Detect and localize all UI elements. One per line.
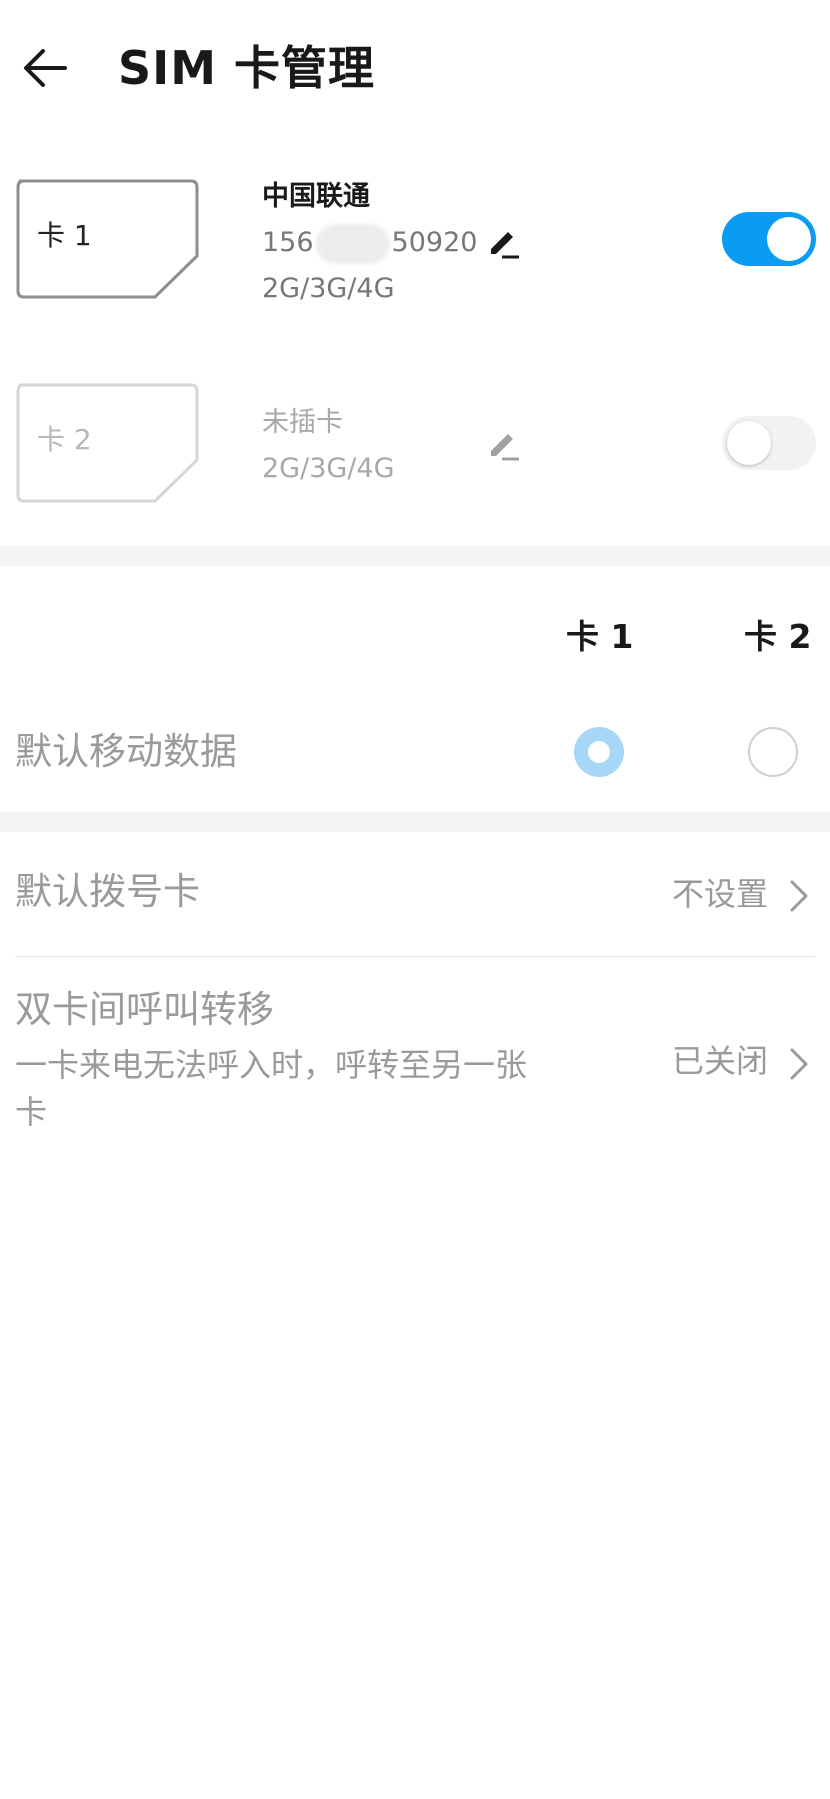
sim-2-status: 未插卡 — [262, 407, 343, 438]
radio-dot — [588, 741, 610, 763]
default-dial-card-row[interactable]: 默认拨号卡 不设置 — [0, 846, 830, 954]
sim-card-2-label: 卡 2 — [37, 423, 92, 456]
sim-1-carrier: 中国联通 — [262, 181, 370, 212]
page-title: SIM 卡管理 — [118, 41, 376, 95]
sim-1-toggle[interactable] — [722, 212, 816, 266]
call-forwarding-row[interactable]: 双卡间呼叫转移 一卡来电无法呼入时，呼转至另一张卡 已关闭 — [0, 966, 830, 1136]
call-forwarding-description: 一卡来电无法呼入时，呼转至另一张卡 — [15, 1046, 528, 1131]
default-dial-card-value: 不设置 — [671, 875, 768, 913]
sim-1-number: 156 50920 — [262, 220, 477, 266]
section-separator — [0, 546, 830, 566]
column-header-card-2: 卡 2 — [744, 617, 812, 656]
data-card-1-radio[interactable] — [574, 727, 624, 777]
back-button[interactable] — [12, 28, 78, 108]
sim-1-info: 中国联通 156 50920 2G/3G/4G — [262, 174, 477, 312]
call-forwarding-label: 双卡间呼叫转移 — [15, 988, 274, 1031]
edit-pencil-icon[interactable] — [486, 426, 522, 462]
header: SIM 卡管理 — [0, 0, 830, 138]
chevron-right-icon — [790, 880, 808, 912]
column-header-card-1: 卡 1 — [566, 617, 634, 656]
divider — [15, 956, 815, 957]
toggle-knob — [727, 421, 771, 465]
call-forwarding-value: 已关闭 — [671, 1042, 768, 1080]
sim-1-number-suffix: 50920 — [391, 227, 478, 258]
sim-row-2: 卡 2 未插卡 2G/3G/4G — [0, 368, 830, 518]
sim-card-2-icon: 卡 2 — [15, 382, 200, 504]
default-dial-card-label: 默认拨号卡 — [15, 870, 200, 913]
sim-row-1: 卡 1 中国联通 156 50920 2G/3G/4G — [0, 164, 830, 314]
sim-card-1-label: 卡 1 — [37, 219, 92, 252]
sim-2-info: 未插卡 2G/3G/4G — [262, 400, 395, 492]
default-mobile-data-label: 默认移动数据 — [15, 730, 237, 773]
sim-card-1-icon: 卡 1 — [15, 178, 200, 300]
sim-2-network: 2G/3G/4G — [262, 453, 395, 484]
section-separator — [0, 812, 830, 832]
sim-1-number-prefix: 156 — [262, 227, 314, 258]
data-card-2-radio[interactable] — [748, 727, 798, 777]
chevron-right-icon — [790, 1048, 808, 1080]
edit-pencil-icon[interactable] — [486, 224, 522, 260]
arrow-left-icon — [24, 49, 67, 87]
sim-1-network: 2G/3G/4G — [262, 273, 395, 304]
number-redaction — [315, 223, 390, 264]
sim-2-toggle[interactable] — [722, 416, 816, 470]
toggle-knob — [767, 217, 811, 261]
